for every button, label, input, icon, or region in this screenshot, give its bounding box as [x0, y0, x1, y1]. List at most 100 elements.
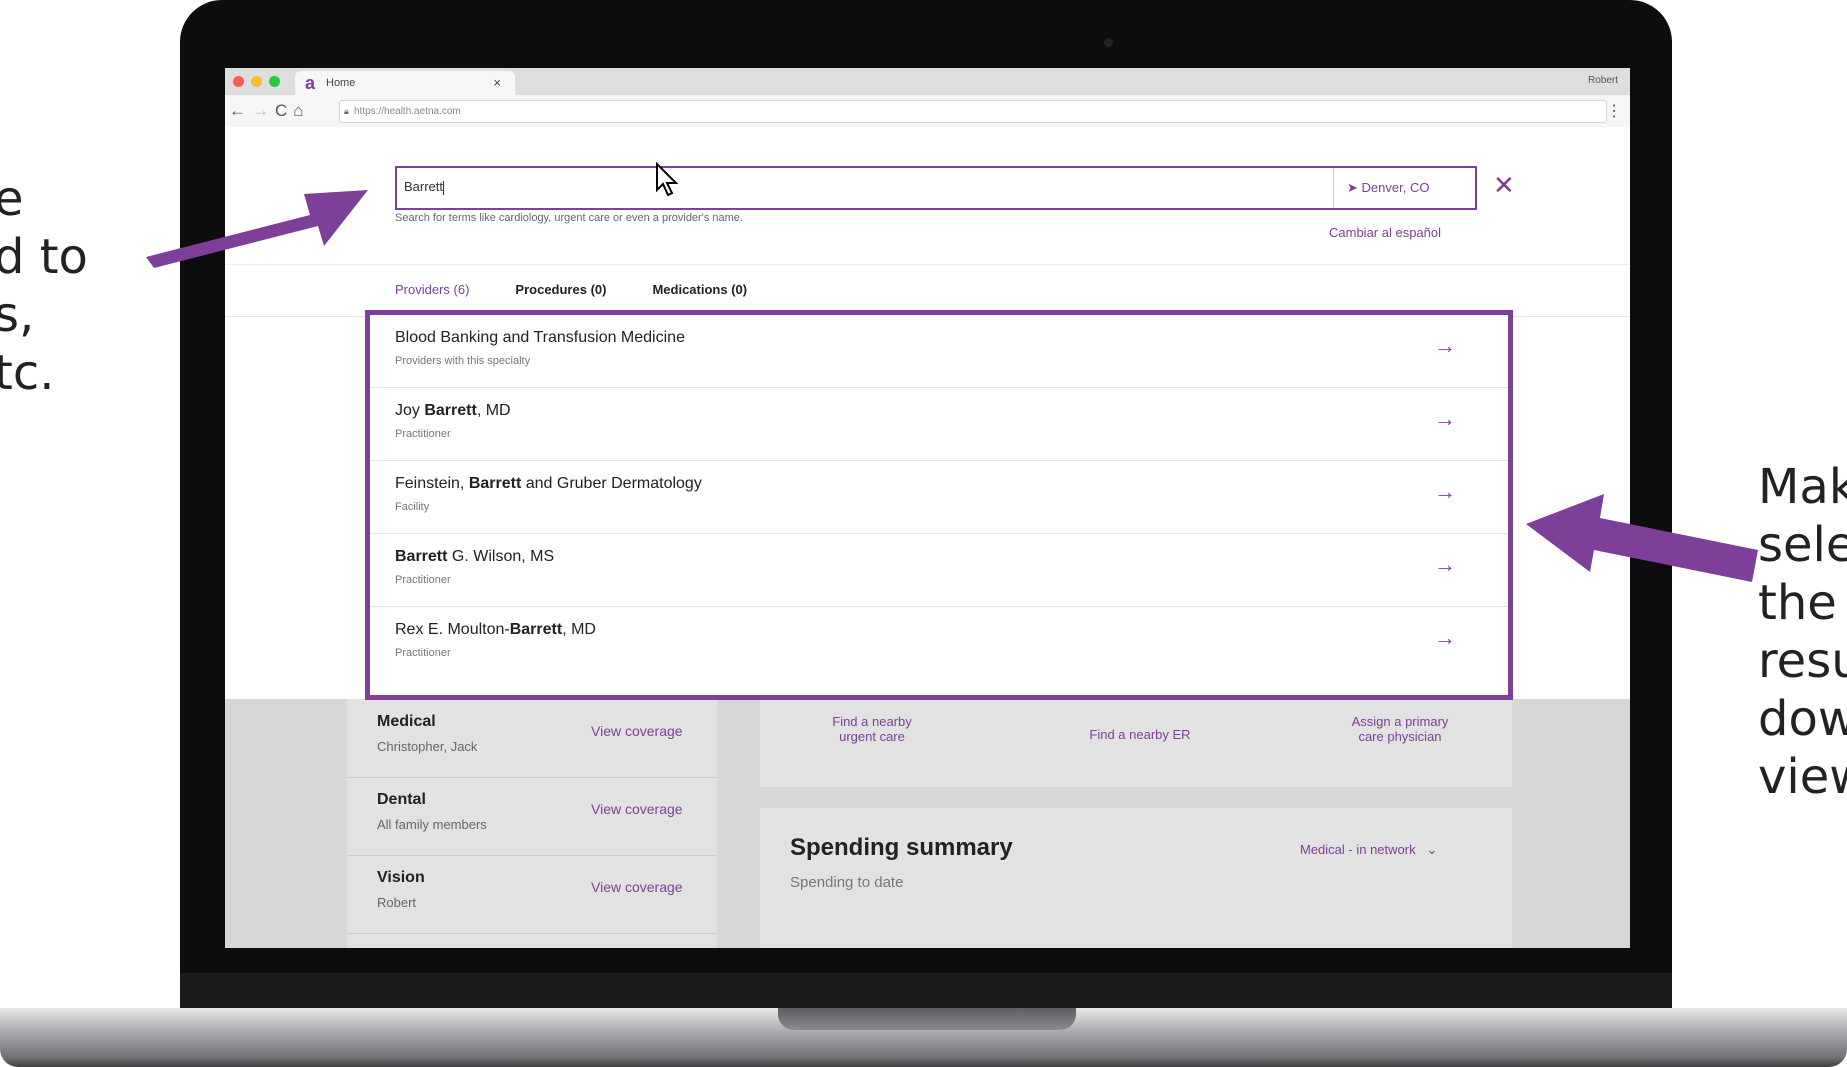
result-type: Practitioner	[395, 574, 451, 586]
coverage-name: Vision	[377, 869, 425, 886]
left-annotation-line: d to	[0, 229, 88, 285]
spending-summary-card: Spending summary Spending to date Medica…	[760, 808, 1512, 948]
right-annotation-line: sele	[1758, 517, 1847, 573]
tab-medications[interactable]: Medications (0)	[652, 282, 747, 297]
right-annotation-line: Mak	[1758, 459, 1847, 515]
coverage-name: Medical	[377, 713, 436, 730]
link-line: care physician	[1358, 729, 1442, 744]
view-coverage-link[interactable]: View coverage	[591, 801, 683, 817]
link-line: Find a nearby	[832, 714, 912, 729]
network-selector-label: Medical - in network	[1300, 842, 1416, 857]
right-annotation-line: view	[1758, 749, 1847, 805]
spending-subtitle: Spending to date	[790, 874, 904, 891]
coverage-members: Robert	[377, 895, 417, 910]
result-row[interactable]: Barrett G. Wilson, MS Practitioner →	[370, 534, 1508, 607]
divider	[225, 264, 1630, 265]
right-arrow-icon	[1526, 494, 1758, 582]
search-query: Barrett	[404, 179, 445, 195]
location-button[interactable]: ➤ Denver, CO	[1347, 180, 1429, 196]
result-name: Joy Barrett, MD	[395, 402, 511, 419]
result-type: Providers with this specialty	[395, 355, 531, 367]
result-name: Rex E. Moulton-Barrett, MD	[395, 621, 596, 638]
coverage-name: Dental	[377, 791, 426, 808]
address-bar: ←→C⌂ 🔒︎ https://health.aetna.com ⋮	[225, 95, 1630, 128]
url-field[interactable]: 🔒︎ https://health.aetna.com	[339, 100, 1607, 123]
browser-tab-bar: a Home × Robert	[225, 68, 1630, 95]
zoom-window-icon[interactable]	[269, 76, 280, 87]
close-tab-icon[interactable]: ×	[493, 75, 501, 90]
home-icon[interactable]: ⌂	[293, 101, 309, 120]
aetna-logo-icon: a	[305, 73, 316, 93]
nav-buttons: ←→C⌂	[229, 101, 310, 121]
url-text: https://health.aetna.com	[354, 106, 461, 117]
arrow-right-icon[interactable]: →	[1434, 479, 1456, 505]
reload-icon[interactable]: C	[275, 101, 293, 120]
find-er-link[interactable]: Find a nearby ER	[1070, 727, 1210, 742]
close-window-icon[interactable]	[233, 76, 244, 87]
assign-pcp-link[interactable]: Assign a primary care physician	[1330, 714, 1470, 744]
coverage-row-dental: Dental All family members View coverage	[347, 777, 717, 856]
location-label: Denver, CO	[1361, 180, 1430, 195]
search-helper-text: Search for terms like cardiology, urgent…	[395, 212, 743, 224]
right-annotation-line: the	[1758, 575, 1837, 631]
search-results-dropdown: Blood Banking and Transfusion Medicine P…	[365, 310, 1513, 700]
result-name: Feinstein, Barrett and Gruber Dermatolog…	[395, 475, 702, 492]
tab-title: Home	[326, 77, 356, 89]
coverage-members: All family members	[377, 817, 487, 832]
network-selector[interactable]: Medical - in network ⌄	[1300, 842, 1437, 858]
view-coverage-link[interactable]: View coverage	[591, 879, 683, 895]
result-row[interactable]: Blood Banking and Transfusion Medicine P…	[370, 315, 1508, 388]
coverage-row-vision: Vision Robert View coverage	[347, 855, 717, 934]
left-annotation-line: s,	[0, 287, 35, 343]
link-line: Assign a primary	[1351, 714, 1449, 729]
search-input[interactable]: Barrett ➤ Denver, CO	[395, 166, 1477, 210]
profile-name[interactable]: Robert	[1588, 75, 1618, 86]
forward-icon[interactable]: →	[252, 101, 275, 120]
view-coverage-link[interactable]: View coverage	[591, 723, 683, 739]
find-urgent-care-link[interactable]: Find a nearby urgent care	[802, 714, 942, 744]
tab-procedures[interactable]: Procedures (0)	[515, 282, 606, 297]
result-row[interactable]: Joy Barrett, MD Practitioner →	[370, 388, 1508, 461]
result-name: Blood Banking and Transfusion Medicine	[395, 329, 685, 346]
browser-menu-icon[interactable]: ⋮	[1606, 101, 1622, 121]
result-row[interactable]: Feinstein, Barrett and Gruber Dermatolog…	[370, 461, 1508, 534]
result-row[interactable]: Rex E. Moulton-Barrett, MD Practitioner …	[370, 607, 1508, 679]
result-type: Practitioner	[395, 428, 451, 440]
quick-actions-card: Find a nearby urgent care Find a nearby …	[760, 699, 1512, 787]
left-annotation: e d to s, tc.	[0, 170, 88, 402]
right-annotation-line: resu	[1758, 633, 1847, 689]
result-tabs: Providers (6) Procedures (0) Medications…	[395, 282, 747, 297]
left-annotation-line: tc.	[0, 345, 55, 401]
result-type: Facility	[395, 501, 430, 513]
coverage-card: Medical Christopher, Jack View coverage …	[347, 699, 717, 948]
camera-icon	[1104, 38, 1113, 47]
left-annotation-line: e	[0, 171, 24, 227]
spanish-language-link[interactable]: Cambiar al español	[1329, 225, 1441, 240]
arrow-right-icon[interactable]: →	[1434, 333, 1456, 359]
close-search-icon[interactable]: ✕	[1493, 170, 1515, 201]
divider	[1333, 168, 1334, 208]
arrow-right-icon[interactable]: →	[1434, 406, 1456, 432]
result-name: Barrett G. Wilson, MS	[395, 548, 555, 565]
arrow-right-icon[interactable]: →	[1434, 625, 1456, 651]
laptop-notch	[778, 1008, 1076, 1030]
location-arrow-icon: ➤	[1347, 180, 1358, 195]
right-annotation: Mak sele the resu dow view	[1758, 458, 1847, 806]
left-arrow-icon	[146, 190, 368, 268]
lock-icon: 🔒︎	[344, 106, 349, 116]
chevron-down-icon: ⌄	[1426, 842, 1438, 857]
minimize-window-icon[interactable]	[251, 76, 262, 87]
tab-providers[interactable]: Providers (6)	[395, 282, 469, 297]
right-annotation-line: dow	[1758, 691, 1847, 747]
link-line: urgent care	[839, 729, 905, 744]
coverage-row-medical: Medical Christopher, Jack View coverage	[347, 699, 717, 778]
laptop-chin	[180, 973, 1672, 1010]
back-icon[interactable]: ←	[229, 101, 252, 120]
browser-tab[interactable]: a Home ×	[295, 71, 515, 95]
coverage-members: Christopher, Jack	[377, 739, 478, 754]
spending-title: Spending summary	[790, 834, 1013, 861]
window-controls	[233, 76, 280, 87]
browser-screen: a Home × Robert ←→C⌂ 🔒︎ https://health.a…	[225, 68, 1630, 948]
mouse-cursor-icon	[656, 162, 679, 197]
arrow-right-icon[interactable]: →	[1434, 552, 1456, 578]
